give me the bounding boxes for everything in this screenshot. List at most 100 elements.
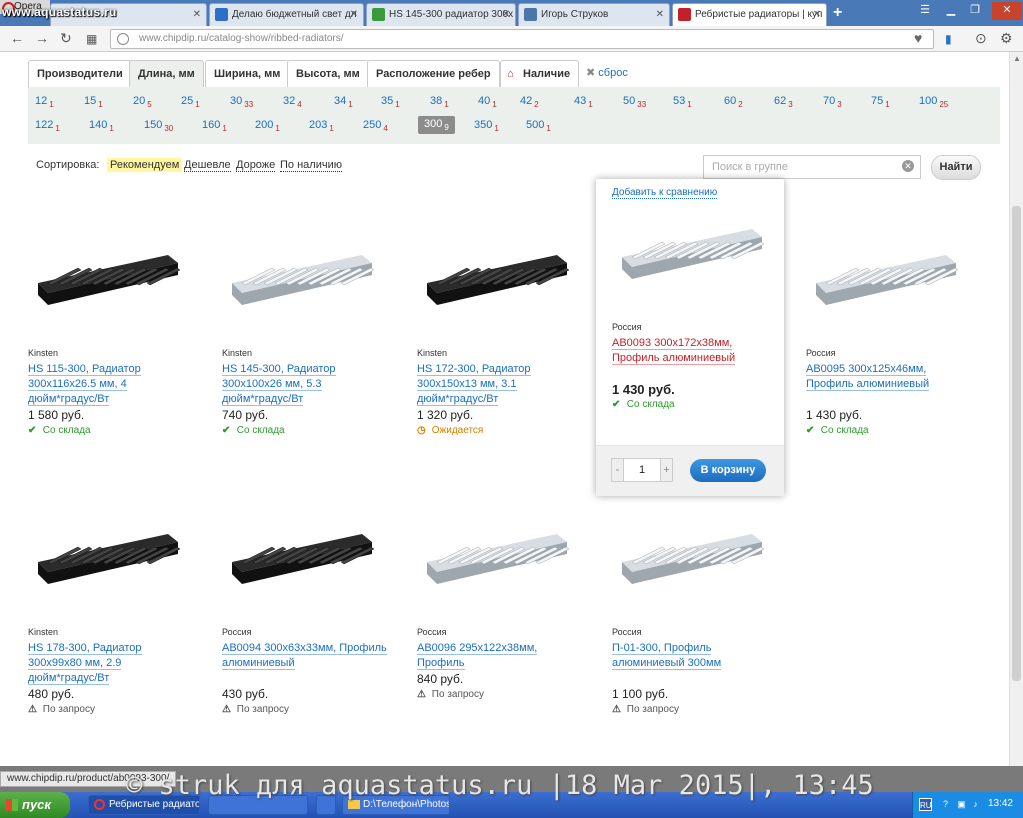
download-icon[interactable]: ⊙ [975, 30, 987, 47]
length-option-250[interactable]: 250 4 [363, 119, 388, 133]
sort-cheaper[interactable]: Дешевле [184, 159, 231, 172]
length-option-60[interactable]: 60 2 [724, 95, 743, 109]
forward-icon[interactable]: → [35, 30, 49, 46]
add-to-compare-link[interactable]: Добавить к сравнению [612, 187, 718, 199]
scrollbar-thumb[interactable] [1012, 206, 1021, 681]
new-tab-button[interactable]: + [833, 4, 842, 22]
find-button[interactable]: Найти [931, 155, 981, 180]
product-title-link[interactable]: HS 172-300, Радиатор 300х150х13 мм, 3.1 … [417, 363, 531, 406]
length-option-35[interactable]: 35 1 [381, 95, 400, 109]
quantity-stepper[interactable]: - 1 + [611, 458, 673, 482]
minimize-button[interactable]: ▁ [940, 2, 962, 20]
browser-tab-4[interactable]: Игорь Струков ✕ [518, 3, 670, 26]
reset-link[interactable]: сброс [598, 67, 628, 79]
menu-icon[interactable]: ☰ [914, 2, 936, 20]
product-image[interactable] [28, 522, 188, 617]
length-option-200[interactable]: 200 1 [255, 119, 280, 133]
close-icon[interactable]: ✕ [813, 4, 821, 25]
product-title[interactable]: AB0093 300x172x38мм, Профиль алюминиевый [612, 336, 777, 366]
reload-icon[interactable]: ↻ [60, 30, 72, 47]
filter-tab-length[interactable]: Длина, мм [129, 60, 204, 88]
heart-icon[interactable]: ♥ [914, 30, 922, 46]
product-title[interactable]: AB0095 300x125x46мм, Профиль алюминиевый [806, 362, 971, 392]
length-option-300[interactable]: 300 9 [418, 116, 455, 134]
product-title[interactable]: П-01-300, Профиль алюминиевый 300мм [612, 641, 777, 671]
length-option-15[interactable]: 15 1 [84, 95, 103, 109]
product-title[interactable]: HS 172-300, Радиатор 300х150х13 мм, 3.1 … [417, 362, 582, 407]
length-option-53[interactable]: 53 1 [673, 95, 692, 109]
length-option-75[interactable]: 75 1 [871, 95, 890, 109]
sort-availability[interactable]: По наличию [280, 159, 342, 172]
product-title[interactable]: AB0096 295x122x38мм, Профиль [417, 641, 582, 671]
length-option-50[interactable]: 50 33 [623, 95, 646, 109]
maximize-button[interactable]: ❐ [964, 2, 986, 20]
product-image[interactable] [417, 522, 577, 617]
product-image[interactable] [612, 217, 772, 312]
length-option-100[interactable]: 100 25 [919, 95, 948, 109]
product-title[interactable]: HS 145-300, Радиатор 300х100х26 мм, 5.3 … [222, 362, 387, 407]
length-option-43[interactable]: 43 1 [574, 95, 593, 109]
close-icon[interactable]: ✕ [350, 4, 358, 25]
product-image[interactable] [28, 243, 188, 338]
close-window-button[interactable]: ✕ [992, 2, 1022, 20]
quantity-value[interactable]: 1 [624, 459, 660, 481]
settings-icon[interactable]: ⚙ [1000, 30, 1013, 47]
product-title-link[interactable]: HS 115-300, Радиатор 300х116х26.5 мм, 4 … [28, 363, 141, 406]
length-option-350[interactable]: 350 1 [474, 119, 499, 133]
sort-recommended[interactable]: Рекомендуем [107, 158, 183, 172]
filter-tab-height[interactable]: Высота, мм [287, 60, 369, 88]
filter-tab-availability[interactable]: ⌂ Наличие [500, 60, 580, 88]
decrease-button[interactable]: - [612, 459, 624, 481]
language-indicator[interactable]: RU [919, 798, 932, 811]
product-image[interactable] [222, 243, 382, 338]
scrollbar[interactable]: ▲ [1009, 52, 1023, 766]
filter-tab-width[interactable]: Ширина, мм [205, 60, 290, 88]
close-icon[interactable]: ✕ [656, 4, 664, 25]
product-title-link[interactable]: AB0096 295x122x38мм, Профиль [417, 642, 538, 670]
length-option-12[interactable]: 12 1 [35, 95, 54, 109]
speed-dial-icon[interactable]: ▦ [86, 32, 97, 46]
length-option-500[interactable]: 500 1 [526, 119, 551, 133]
length-option-40[interactable]: 40 1 [478, 95, 497, 109]
product-image[interactable] [612, 522, 772, 617]
product-title-link[interactable]: AB0095 300x125x46мм, Профиль алюминиевый [806, 363, 930, 391]
length-option-25[interactable]: 25 1 [181, 95, 200, 109]
length-option-42[interactable]: 42 2 [520, 95, 539, 109]
help-icon[interactable]: ? [939, 798, 952, 811]
browser-tab-3[interactable]: HS 145-300 радиатор 300х ✕ [366, 3, 516, 26]
search-input[interactable]: Поиск в группе ✕ [703, 155, 921, 179]
filter-tab-manufacturers[interactable]: Производители [28, 60, 132, 88]
scroll-up-icon[interactable]: ▲ [1013, 54, 1021, 63]
reset-filter[interactable]: ✖ сброс [586, 66, 628, 79]
close-icon[interactable]: ✕ [502, 4, 510, 25]
length-option-30[interactable]: 30 33 [230, 95, 253, 109]
browser-tab-active[interactable]: Ребристые радиаторы | куп ✕ [672, 3, 827, 27]
back-icon[interactable]: ← [10, 30, 24, 46]
length-option-70[interactable]: 70 3 [823, 95, 842, 109]
product-title-link[interactable]: HS 145-300, Радиатор 300х100х26 мм, 5.3 … [222, 363, 336, 406]
product-title[interactable]: HS 178-300, Радиатор 300х99х80 мм, 2.9 д… [28, 641, 193, 686]
increase-button[interactable]: + [660, 459, 672, 481]
length-option-34[interactable]: 34 1 [334, 95, 353, 109]
url-field[interactable]: www.chipdip.ru/catalog-show/ribbed-radia… [110, 29, 934, 49]
start-button[interactable]: пуск [0, 792, 70, 818]
product-title[interactable]: AB0094 300x63x33мм, Профиль алюминиевый [222, 641, 387, 671]
sort-expensive[interactable]: Дороже [236, 159, 276, 172]
length-option-150[interactable]: 150 30 [144, 119, 173, 133]
length-option-140[interactable]: 140 1 [89, 119, 114, 133]
volume-icon[interactable]: ♪ [969, 798, 982, 811]
browser-tab-2[interactable]: Делаю бюджетный свет дл ✕ [209, 3, 364, 26]
product-image[interactable] [806, 243, 966, 338]
extension-icon[interactable]: ▮ [945, 32, 952, 46]
length-option-122[interactable]: 122 1 [35, 119, 60, 133]
product-image[interactable] [417, 243, 577, 338]
length-option-160[interactable]: 160 1 [202, 119, 227, 133]
network-icon[interactable]: ▣ [955, 798, 968, 811]
product-title-link[interactable]: HS 178-300, Радиатор 300х99х80 мм, 2.9 д… [28, 642, 142, 685]
length-option-203[interactable]: 203 1 [309, 119, 334, 133]
product-title-link[interactable]: П-01-300, Профиль алюминиевый 300мм [612, 642, 722, 670]
length-option-38[interactable]: 38 1 [430, 95, 449, 109]
length-option-20[interactable]: 20 5 [133, 95, 152, 109]
product-title-link[interactable]: AB0094 300x63x33мм, Профиль алюминиевый [222, 642, 387, 670]
clear-icon[interactable]: ✕ [902, 160, 914, 172]
